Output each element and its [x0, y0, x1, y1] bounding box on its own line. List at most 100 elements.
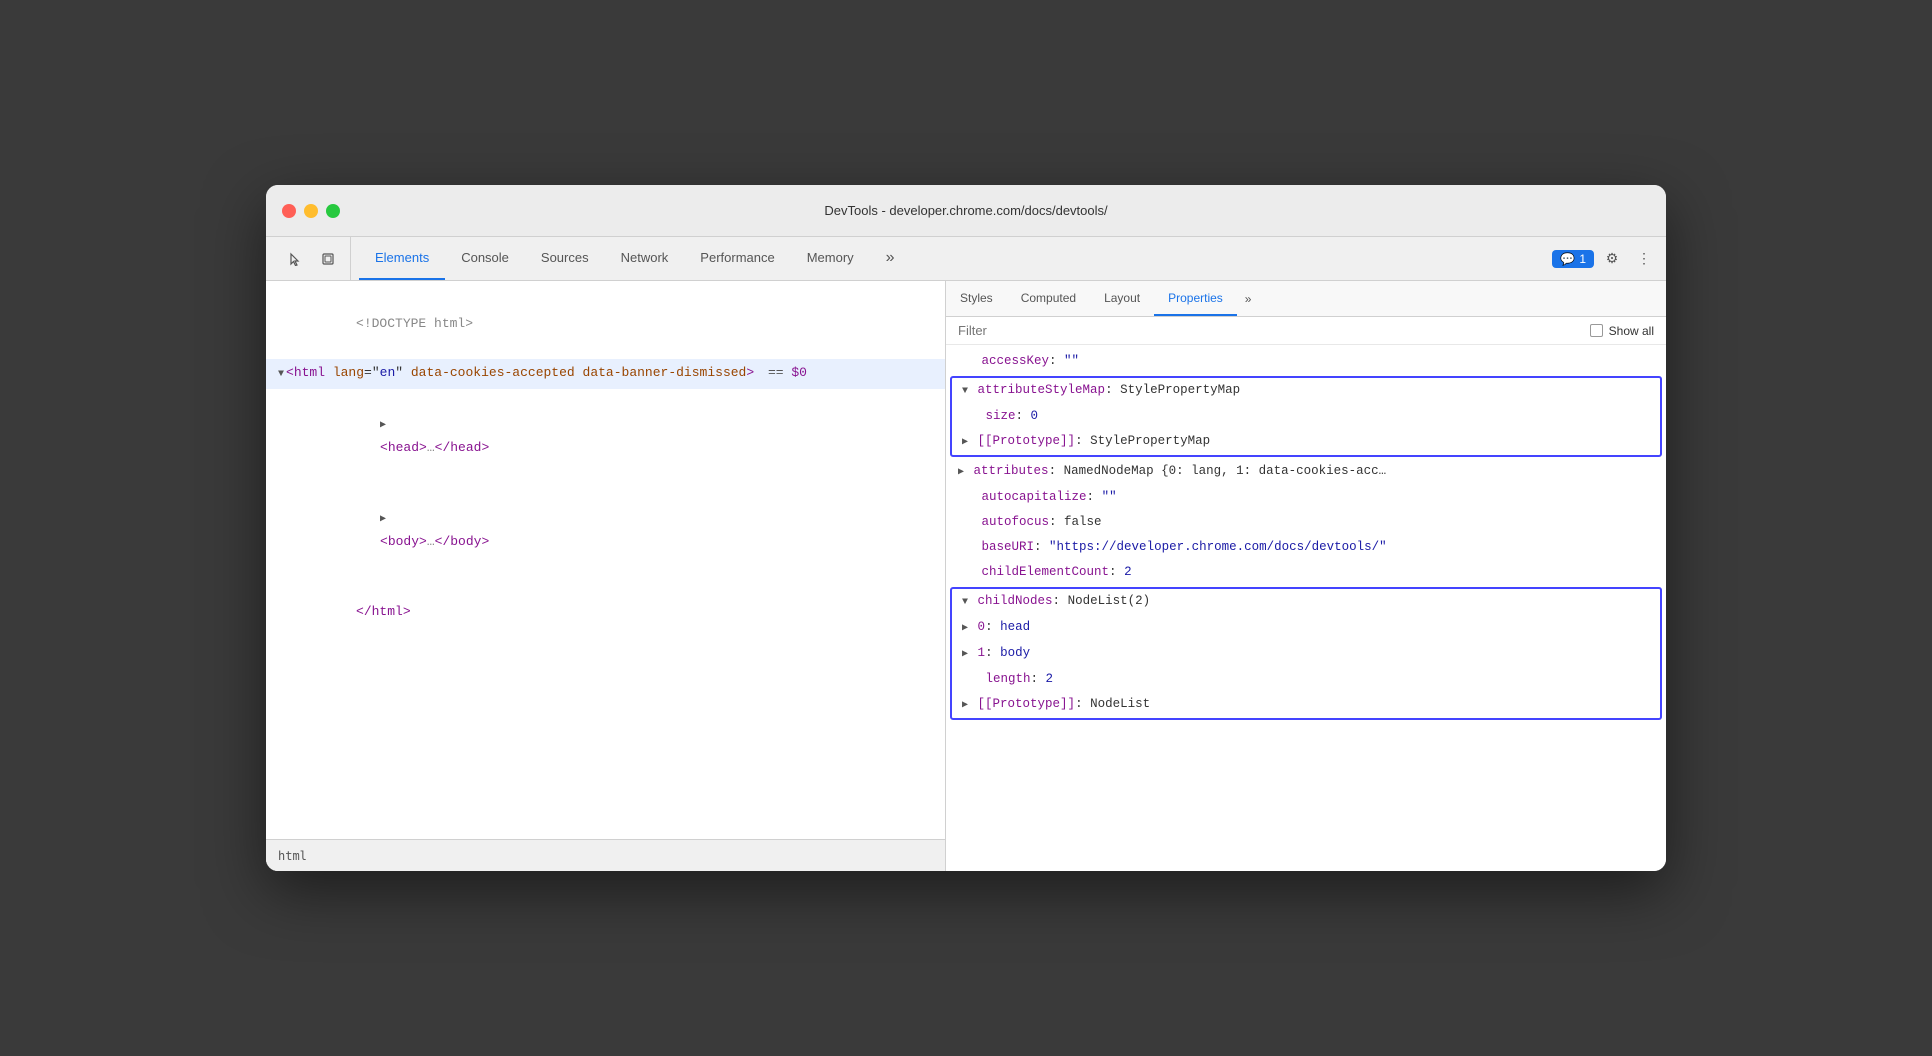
collapse-triangle-0[interactable]: ▶: [962, 623, 968, 634]
prop-attributestylemap[interactable]: ▼ attributeStyleMap: StylePropertyMap: [952, 378, 1660, 404]
prop-key-autocapitalize: autocapitalize: [982, 490, 1087, 504]
prop-childelementcount: childElementCount: 2: [946, 560, 1666, 585]
dollar-marker: $0: [791, 362, 807, 384]
tab-performance[interactable]: Performance: [684, 237, 790, 280]
head-tag: <head>: [380, 440, 427, 455]
props-content[interactable]: accessKey: "" ▼ attributeStyleMap: Style…: [946, 345, 1666, 871]
collapse-triangle-stylemap[interactable]: ▶: [962, 437, 968, 448]
chat-icon: 💬: [1560, 252, 1575, 266]
settings-icon[interactable]: ⚙: [1598, 245, 1626, 273]
tab-console[interactable]: Console: [445, 237, 525, 280]
prop-childnodes[interactable]: ▼ childNodes: NodeList(2): [952, 589, 1660, 615]
close-button[interactable]: [282, 204, 296, 218]
prop-size: size: 0: [952, 404, 1660, 429]
window-title: DevTools - developer.chrome.com/docs/dev…: [824, 203, 1107, 218]
chat-badge-button[interactable]: 💬 1: [1552, 250, 1594, 268]
prop-key-size: size: [986, 409, 1016, 423]
prop-key-prototype-nodelist: [[Prototype]]: [978, 697, 1076, 711]
prop-val-accesskey: "": [1064, 354, 1079, 368]
head-ellipsis: …: [427, 440, 435, 455]
prop-autofocus: autofocus: false: [946, 510, 1666, 535]
tabbar-right: 💬 1 ⚙ ⋮: [1552, 237, 1658, 280]
prop-key-baseuri: baseURI: [982, 540, 1035, 554]
prop-accesskey: accessKey: "": [946, 349, 1666, 374]
props-panel: Styles Computed Layout Properties » Show…: [946, 281, 1666, 871]
head-triangle[interactable]: ▶: [380, 420, 386, 431]
prop-val-attributestylemap: StylePropertyMap: [1120, 383, 1240, 397]
prop-val-length: 2: [1046, 672, 1054, 686]
titlebar: DevTools - developer.chrome.com/docs/dev…: [266, 185, 1666, 237]
show-all-container: Show all: [1590, 324, 1654, 338]
expand-triangle-attributestylemap[interactable]: ▼: [962, 386, 968, 397]
dom-head-line[interactable]: ▶ <head>…</head>: [266, 389, 945, 483]
tab-properties[interactable]: Properties: [1154, 281, 1237, 316]
main-tabbar: Elements Console Sources Network Perform…: [266, 237, 1666, 281]
tab-sources[interactable]: Sources: [525, 237, 605, 280]
cursor-icon[interactable]: [282, 245, 310, 273]
collapse-triangle-nodelist[interactable]: ▶: [962, 700, 968, 711]
minimize-button[interactable]: [304, 204, 318, 218]
prop-val-prototype-nodelist: NodeList: [1090, 697, 1150, 711]
highlighted-box-attributestylemap: ▼ attributeStyleMap: StylePropertyMap si…: [950, 376, 1662, 457]
prop-key-attributes: attributes: [974, 464, 1049, 478]
prop-val-prototype-stylemap: StylePropertyMap: [1090, 434, 1210, 448]
body-ellipsis: …: [427, 534, 435, 549]
badge-count: 1: [1579, 252, 1586, 266]
prop-val-autocapitalize: "": [1102, 490, 1117, 504]
inspect-icon[interactable]: [314, 245, 342, 273]
prop-val-attributes: NamedNodeMap {0: lang, 1: data-cookies-a…: [1064, 464, 1387, 478]
more-options-icon[interactable]: ⋮: [1630, 245, 1658, 273]
main-content: <!DOCTYPE html> ▼ <html lang="en" data-c…: [266, 281, 1666, 871]
highlighted-box-childnodes: ▼ childNodes: NodeList(2) ▶ 0: head ▶ 1:…: [950, 587, 1662, 720]
maximize-button[interactable]: [326, 204, 340, 218]
collapse-triangle-attributes[interactable]: ▶: [958, 467, 964, 478]
dom-html-line[interactable]: ▼ <html lang="en" data-cookies-accepted …: [266, 359, 945, 389]
prop-key-attributestylemap: attributeStyleMap: [978, 383, 1106, 397]
prop-val-size: 0: [1031, 409, 1039, 423]
lang-value: en: [380, 362, 396, 384]
html-open-tag: <html: [286, 362, 333, 384]
tab-layout[interactable]: Layout: [1090, 281, 1154, 316]
traffic-lights: [282, 204, 340, 218]
tab-memory[interactable]: Memory: [791, 237, 870, 280]
body-close-tag: </body>: [435, 534, 490, 549]
equals-marker: ==: [760, 362, 791, 384]
prop-childnodes-0[interactable]: ▶ 0: head: [952, 615, 1660, 641]
collapse-triangle-1[interactable]: ▶: [962, 649, 968, 660]
filter-bar: Show all: [946, 317, 1666, 345]
breadcrumb-html[interactable]: html: [278, 849, 307, 863]
prop-key-childnodes-1: 1: [978, 646, 986, 660]
body-triangle[interactable]: ▶: [380, 514, 386, 525]
expand-triangle-childnodes[interactable]: ▼: [962, 597, 968, 608]
tab-elements[interactable]: Elements: [359, 237, 445, 280]
prop-key-length: length: [986, 672, 1031, 686]
props-more-icon[interactable]: »: [1237, 281, 1260, 316]
prop-key-accesskey: accessKey: [982, 354, 1050, 368]
prop-key-childelementcount: childElementCount: [982, 565, 1110, 579]
tab-computed[interactable]: Computed: [1007, 281, 1090, 316]
prop-baseuri: baseURI: "https://developer.chrome.com/d…: [946, 535, 1666, 560]
doctype-text: <!DOCTYPE html>: [356, 316, 473, 331]
prop-prototype-stylemap[interactable]: ▶ [[Prototype]]: StylePropertyMap: [952, 429, 1660, 455]
toolbar-icons: [274, 237, 351, 280]
body-tag: <body>: [380, 534, 427, 549]
prop-val-childnodes-1[interactable]: body: [1000, 646, 1030, 660]
show-all-checkbox[interactable]: [1590, 324, 1603, 337]
html-expand-triangle[interactable]: ▼: [278, 364, 284, 386]
tab-styles[interactable]: Styles: [946, 281, 1007, 316]
prop-val-childnodes: NodeList(2): [1068, 594, 1151, 608]
dom-content[interactable]: <!DOCTYPE html> ▼ <html lang="en" data-c…: [266, 281, 945, 839]
tab-network[interactable]: Network: [605, 237, 685, 280]
prop-attributes[interactable]: ▶ attributes: NamedNodeMap {0: lang, 1: …: [946, 459, 1666, 485]
prop-val-childnodes-0[interactable]: head: [1000, 620, 1030, 634]
tab-more[interactable]: »: [870, 237, 911, 280]
prop-val-baseuri[interactable]: "https://developer.chrome.com/docs/devto…: [1049, 540, 1387, 554]
prop-val-childelementcount: 2: [1124, 565, 1132, 579]
dom-body-line[interactable]: ▶ <body>…</body>: [266, 483, 945, 577]
show-all-label: Show all: [1609, 324, 1654, 338]
lang-attr: lang: [333, 362, 364, 384]
prop-prototype-nodelist[interactable]: ▶ [[Prototype]]: NodeList: [952, 692, 1660, 718]
dom-html-close-line: </html>: [266, 577, 945, 647]
filter-input[interactable]: [958, 323, 1582, 338]
prop-childnodes-1[interactable]: ▶ 1: body: [952, 641, 1660, 667]
